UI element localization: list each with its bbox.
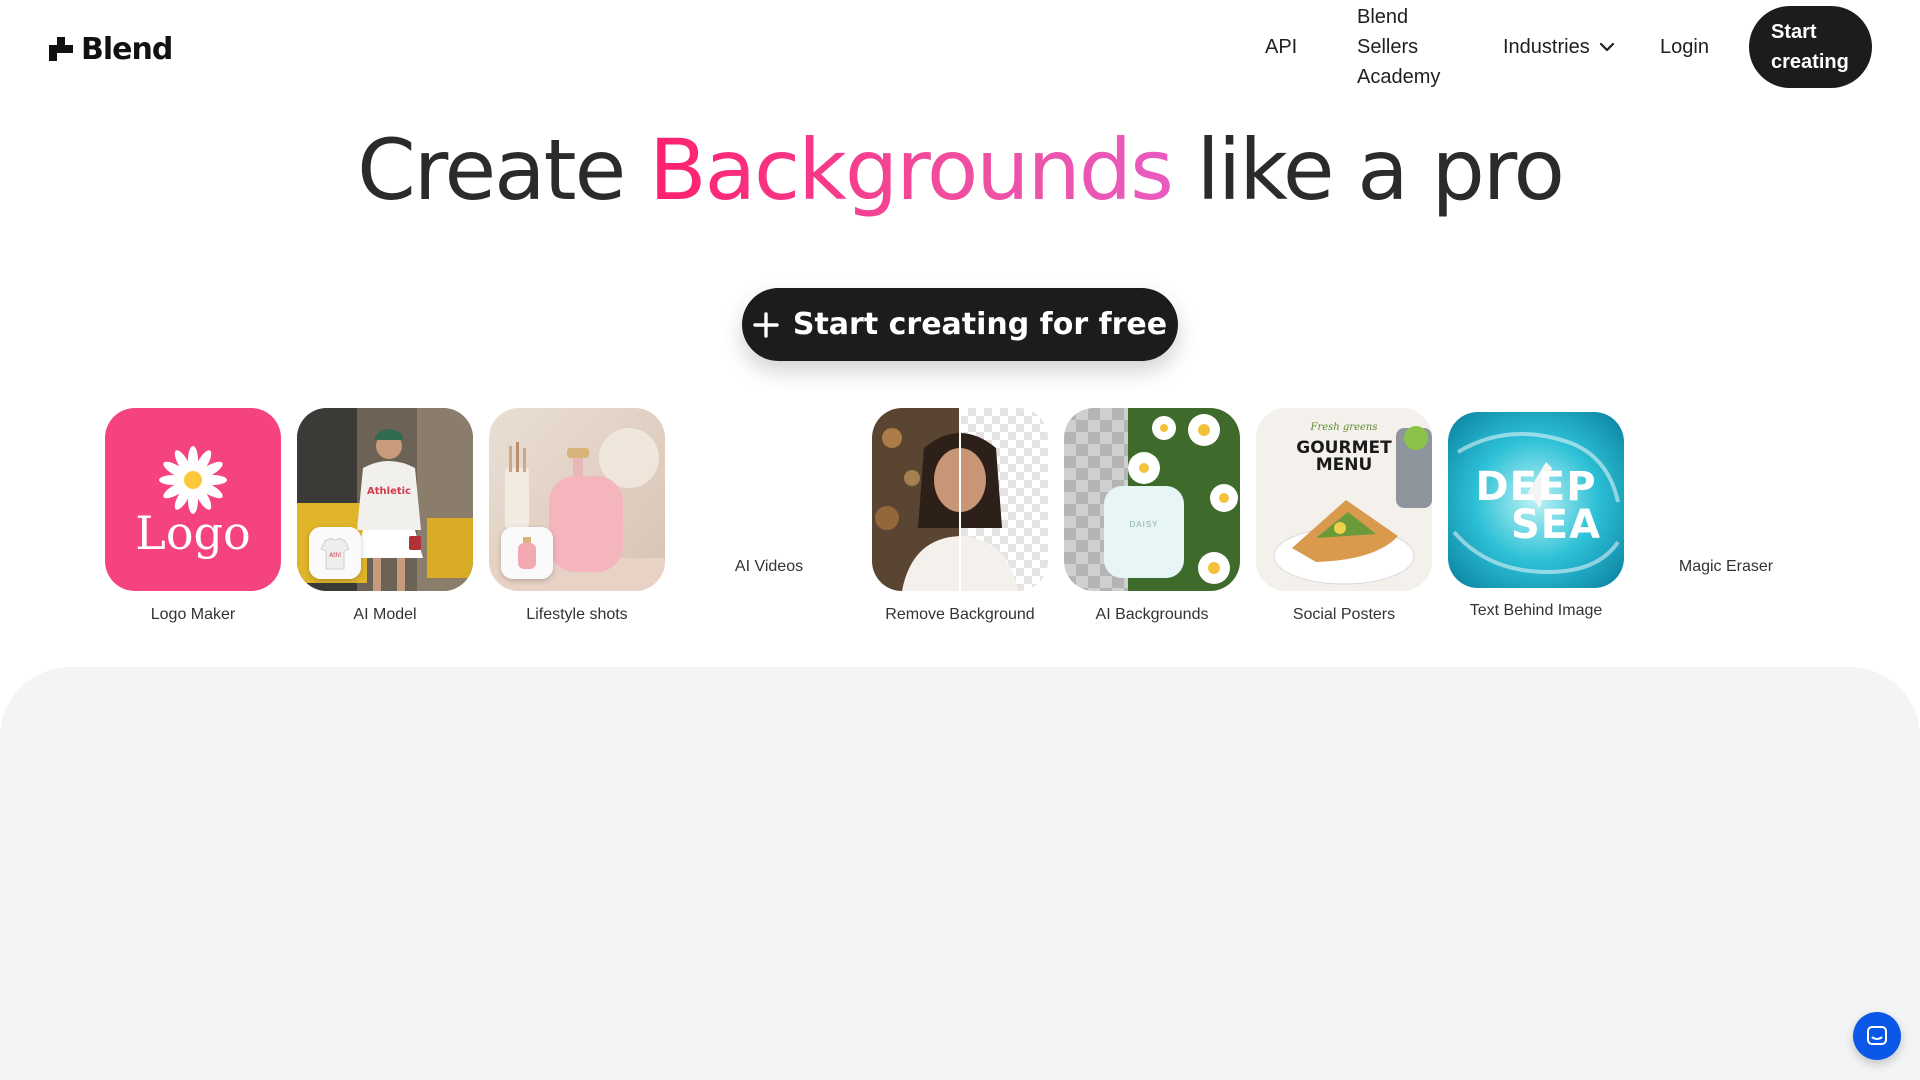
hero-title-start: Create: [357, 121, 649, 219]
tool-text-behind-image[interactable]: DEEP SEA Text Behind Image: [1448, 412, 1624, 620]
ai-model-thumbnail: Athletic Athl: [297, 408, 473, 591]
hero-title-accent: Backgrounds: [648, 121, 1174, 219]
chat-icon: [1867, 1026, 1887, 1045]
tool-label: AI Backgrounds: [1095, 606, 1209, 623]
logo-maker-thumb-text: Logo: [135, 506, 251, 560]
nav-industries-label: Industries: [1503, 36, 1590, 58]
svg-text:Athl: Athl: [329, 552, 341, 559]
lifestyle-mini-card: [501, 527, 553, 579]
social-posters-thumb-text-3: MENU: [1315, 455, 1373, 475]
ai-backgrounds-thumbnail: DAISY: [1064, 408, 1240, 591]
ai-backgrounds-thumb-text: DAISY: [1129, 520, 1159, 529]
social-posters-thumb-text-1: Fresh greens: [1310, 422, 1378, 433]
tool-label: Lifestyle shots: [526, 606, 628, 623]
svg-text:Athletic: Athletic: [367, 486, 411, 497]
tool-logo-maker[interactable]: Logo Logo Maker: [105, 408, 281, 624]
site-header: Blend API Blend Sellers Academy Industri…: [0, 0, 1920, 96]
plus-icon: [753, 311, 779, 338]
tool-ai-videos[interactable]: AI Videos: [714, 558, 824, 576]
content-panel: [0, 667, 1920, 1080]
cta-label: Start creating for free: [792, 307, 1168, 342]
tool-magic-eraser[interactable]: Magic Eraser: [1671, 558, 1781, 576]
tool-label: Social Posters: [1292, 606, 1396, 623]
tool-remove-background[interactable]: Remove Background: [872, 408, 1048, 624]
deep-sea-thumb-text-2: SEA: [1510, 502, 1602, 548]
tool-ai-model[interactable]: Athletic Athl AI Model: [297, 408, 473, 624]
tool-label: AI Videos: [734, 558, 804, 575]
text-behind-image-thumbnail: DEEP SEA: [1448, 412, 1624, 588]
tshirt-icon: Athl: [309, 527, 361, 579]
tool-label: Remove Background: [885, 606, 1035, 623]
nav-api-link[interactable]: API: [1265, 32, 1297, 62]
ai-model-mini-card: Athl: [309, 527, 361, 579]
ai-backgrounds-photo: [1064, 408, 1240, 591]
logo-maker-thumbnail: Logo: [105, 408, 281, 591]
brand-name: Blend: [81, 31, 173, 67]
daisy-logo-icon: [159, 446, 227, 514]
tool-lifestyle-shots[interactable]: Lifestyle shots: [489, 408, 665, 624]
blend-logo-mark-icon: [49, 37, 73, 61]
tool-label: Magic Eraser: [1678, 558, 1774, 575]
hero-title: Create Backgrounds like a pro: [0, 120, 1920, 220]
social-posters-thumbnail: Fresh greens GOURMET MENU: [1256, 408, 1432, 591]
nav-academy-link[interactable]: Blend Sellers Academy: [1357, 2, 1467, 92]
start-creating-button[interactable]: Start creating: [1749, 6, 1872, 88]
remove-background-photo: [872, 408, 1048, 591]
nav-industries-dropdown[interactable]: Industries: [1503, 32, 1616, 62]
lifestyle-shots-thumbnail: [489, 408, 665, 591]
tool-social-posters[interactable]: Fresh greens GOURMET MENU Social Posters: [1256, 408, 1432, 624]
tool-label: Logo Maker: [150, 606, 236, 623]
page: Blend API Blend Sellers Academy Industri…: [0, 0, 1920, 1080]
tool-label: Text Behind Image: [1469, 602, 1603, 619]
tool-label: AI Model: [353, 606, 417, 623]
nav-login-link[interactable]: Login: [1660, 32, 1709, 62]
chevron-down-icon: [1599, 42, 1614, 52]
serum-bottle-icon: [501, 527, 553, 579]
social-poster-photo: [1256, 408, 1432, 591]
chat-launcher-button[interactable]: [1853, 1012, 1901, 1060]
brand-logo[interactable]: Blend: [47, 31, 173, 67]
hero-title-end: like a pro: [1171, 121, 1565, 219]
remove-background-thumbnail: [872, 408, 1048, 591]
start-creating-for-free-button[interactable]: Start creating for free: [742, 288, 1178, 361]
tool-ai-backgrounds[interactable]: DAISY AI Backgrounds: [1064, 408, 1240, 624]
